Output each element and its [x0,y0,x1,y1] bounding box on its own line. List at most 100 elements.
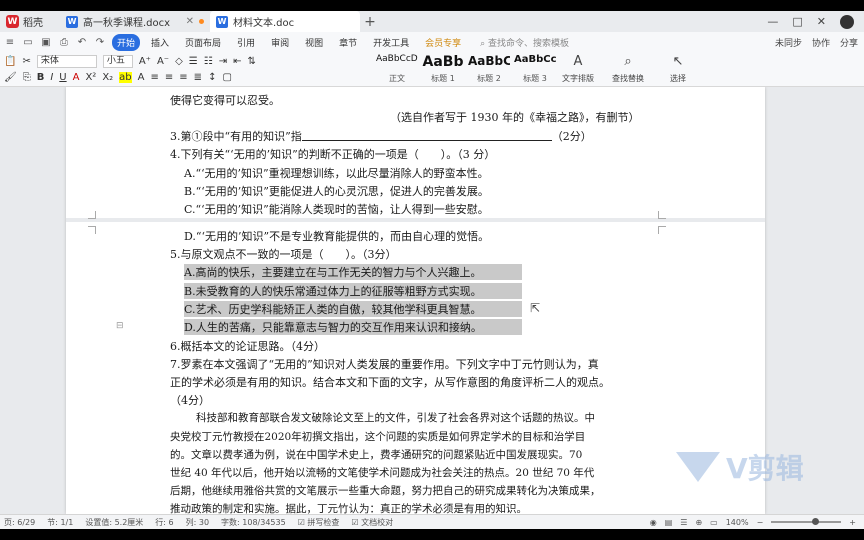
justify-icon[interactable]: ≣ [194,72,202,83]
find-replace-button[interactable]: ⌕ 查找替换 [610,54,646,84]
align-left-icon[interactable]: ≡ [151,72,159,83]
undo-icon[interactable]: ↶ [76,37,88,48]
tab-doc-1[interactable]: W 高一秋季课程.docx ✕ [60,11,210,32]
cut-icon[interactable]: ✂ [22,56,30,67]
question-5: 5.与原文观点不一致的一项是（ ）。（3分） [170,248,397,261]
highlight-icon[interactable]: ab [119,72,132,83]
style-heading-1-label: 标题 1 [431,74,455,83]
status-section: 节: 1/1 [47,517,74,527]
open-folder-icon[interactable]: ▭ [22,37,34,48]
zoom-out-icon[interactable]: − [757,518,764,527]
option-5b-selected[interactable]: B.未受教育的人的快乐常通过体力上的征服等粗野方式实现。 [184,283,522,299]
bold-button[interactable]: B [37,72,45,83]
mouse-cursor-icon: ⇱ [530,301,541,315]
style-normal-sample: AaBbCcDd [376,54,418,64]
italic-button[interactable]: I [50,72,53,83]
eye-icon[interactable]: ◉ [650,518,657,527]
sync-button[interactable]: 未同步 [775,36,802,49]
underline-button[interactable]: U [59,72,66,83]
option-5d-selected[interactable]: D.人生的苦痛，只能靠意志与智力的交互作用来认识和接纳。 [184,319,522,335]
outdent-icon[interactable]: ⇤ [233,56,241,67]
read-mode-icon[interactable]: ▭ [710,518,718,527]
status-bar: 页: 6/29 节: 1/1 设置值: 5.2厘米 行: 6 列: 30 字数:… [0,514,864,529]
shrink-font-icon[interactable]: A⁻ [157,56,169,67]
document-canvas[interactable]: 使得它变得可以忍受。 （选自作者写于 1930 年的《幸福之路》，有删节） 3.… [0,87,864,514]
tab-doc-2[interactable]: W 材料文本.doc [210,11,360,32]
redo-icon[interactable]: ↷ [94,37,106,48]
page-view-icon[interactable]: ▤ [665,518,673,527]
doc-line: 使得它变得可以忍受。 [170,94,280,107]
proofread-button[interactable]: ☑ 文档校对 [351,517,393,528]
close-button[interactable]: ✕ [817,15,826,28]
indent-icon[interactable]: ⇥ [219,56,227,67]
right-menu: 未同步 协作 分享 [775,36,864,49]
status-page[interactable]: 页: 6/29 [4,517,35,528]
status-right: ◉ ▤ ☰ ⊕ ▭ 140% − + [650,518,864,527]
style-heading-3[interactable]: AaBbCc 标题 3 [514,54,556,84]
command-search-input[interactable]: ⌕ 查找命令、搜索模板 [480,36,569,49]
style-heading-2-label: 标题 2 [477,74,501,83]
bottom-black-band [0,529,864,540]
copy-icon[interactable]: ⎘ [23,72,31,83]
paste-icon[interactable]: 📋 [4,56,16,67]
select-label: 选择 [670,74,686,83]
maximize-button[interactable]: □ [792,15,802,28]
style-heading-1[interactable]: AaBb 标题 1 [422,54,464,84]
align-right-icon[interactable]: ≡ [179,72,187,83]
style-heading-3-label: 标题 3 [523,74,547,83]
tab-close-icon[interactable]: ✕ [186,16,194,27]
material-line-1: 科技部和教育部联合发文破除论文至上的文件，引发了社会各界对这个话题的热议。中 [196,412,595,424]
menu-insert[interactable]: 插入 [146,34,174,51]
material-line-5: 后期，他继续用雅俗共赏的文笔展示一些重大命题，努力把自己的研究成果转化为决策成果… [170,485,601,497]
border-icon[interactable]: ▢ [222,72,231,83]
menu-devtools[interactable]: 开发工具 [368,34,414,51]
menu-chapter[interactable]: 章节 [334,34,362,51]
option-5a-selected[interactable]: A.高尚的快乐，主要建立在与工作无关的智力与个人兴趣上。 [184,264,522,280]
menu-view[interactable]: 视图 [300,34,328,51]
menu-review[interactable]: 审阅 [266,34,294,51]
status-words[interactable]: 字数: 108/34535 [221,517,286,528]
paragraph-handle-icon[interactable]: ⊟ [116,321,124,331]
new-tab-button[interactable]: + [360,11,380,32]
grow-font-icon[interactable]: A⁺ [139,56,151,67]
zoom-slider-knob[interactable] [812,518,820,525]
numbering-icon[interactable]: ☷ [204,56,213,67]
save-icon[interactable]: ▣ [40,37,52,48]
style-heading-2[interactable]: AaBbC 标题 2 [468,54,510,84]
superscript-icon[interactable]: X² [85,72,96,83]
subscript-icon[interactable]: X₂ [102,72,113,83]
option-5c-selected[interactable]: C.艺术、历史学科能矫正人类的自傲，较其他学科更具智慧。 [184,301,522,317]
material-line-4: 世纪 40 年代以后，他开始以流畅的文笔使学术问题成为社会关注的热点。20 世纪… [170,467,595,479]
font-size-select[interactable]: 小五 [102,55,133,68]
sort-icon[interactable]: ⇅ [248,56,256,67]
char-shade-icon[interactable]: A [138,72,145,83]
minimize-button[interactable]: — [767,15,778,28]
font-select[interactable]: 宋体 [36,55,97,68]
menu-member[interactable]: 会员专享 [420,34,466,51]
font-color-icon[interactable]: A [73,72,80,83]
bullets-icon[interactable]: ☰ [189,56,198,67]
menu-reference[interactable]: 引用 [232,34,260,51]
format-painter-icon[interactable]: 🖌 [4,72,17,83]
print-icon[interactable]: ⎙ [58,37,70,48]
text-layout-button[interactable]: A 文字排版 [560,54,596,84]
collab-button[interactable]: 协作 [812,36,830,49]
line-spacing-icon[interactable]: ↕ [208,72,216,83]
avatar[interactable] [840,14,854,29]
zoom-value[interactable]: 140% [726,518,749,527]
clear-format-icon[interactable]: ◇ [175,56,183,67]
outline-view-icon[interactable]: ☰ [680,518,687,527]
web-view-icon[interactable]: ⊕ [695,518,702,527]
hamburger-menu-icon[interactable]: ≡ [4,37,16,48]
menu-start[interactable]: 开始 [112,33,141,51]
answer-blank[interactable] [301,130,552,141]
spell-check-button[interactable]: ☑ 拼写检查 [298,517,340,528]
share-button[interactable]: 分享 [840,36,858,49]
align-center-icon[interactable]: ≡ [165,72,173,83]
menu-layout[interactable]: 页面布局 [180,34,226,51]
tab-app-home[interactable]: W 稻壳 [0,11,60,32]
select-button[interactable]: ↖ 选择 [660,54,696,84]
zoom-slider[interactable] [771,518,842,525]
style-normal[interactable]: AaBbCcDd 正文 [376,54,418,84]
zoom-in-icon[interactable]: + [849,518,856,527]
